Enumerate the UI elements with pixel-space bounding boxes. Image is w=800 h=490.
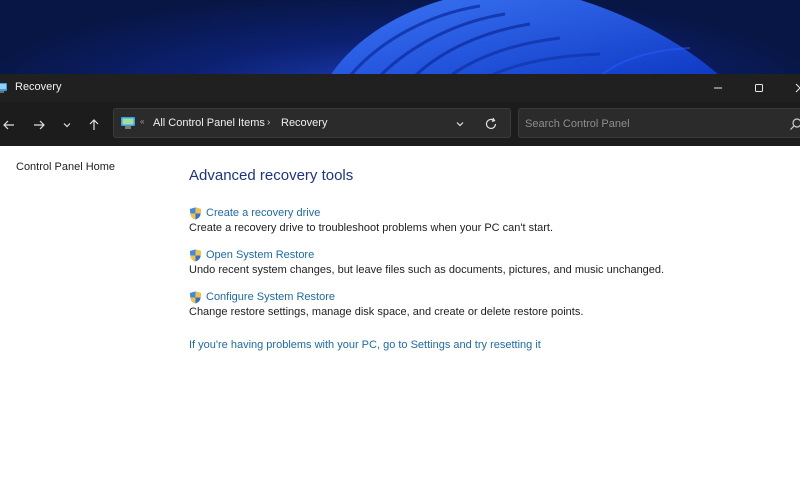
chevron-down-icon xyxy=(456,122,464,127)
task-create-recovery-drive: Create a recovery drive Create a recover… xyxy=(189,206,553,234)
back-button[interactable] xyxy=(0,114,20,136)
task-description: Create a recovery drive to troubleshoot … xyxy=(189,222,554,234)
minimize-button[interactable] xyxy=(703,78,733,98)
minimize-icon xyxy=(714,87,722,89)
refresh-icon xyxy=(485,117,497,130)
desktop-wallpaper xyxy=(0,0,800,76)
uac-shield-icon xyxy=(190,207,201,219)
close-icon xyxy=(795,83,800,93)
arrow-right-icon xyxy=(34,120,45,130)
arrow-up-icon xyxy=(89,119,99,130)
task-description: Change restore settings, manage disk spa… xyxy=(189,306,584,318)
breadcrumb-separator[interactable]: › xyxy=(267,117,270,128)
search-input[interactable] xyxy=(525,116,775,132)
uac-shield-icon xyxy=(190,291,201,303)
control-panel-home-link[interactable]: Control Panel Home xyxy=(16,161,115,173)
close-button[interactable] xyxy=(785,78,800,98)
maximize-button[interactable] xyxy=(744,78,774,98)
task-configure-system-restore: Configure System Restore Change restore … xyxy=(189,290,583,318)
uac-shield-icon xyxy=(190,249,201,261)
task-open-system-restore: Open System Restore Undo recent system c… xyxy=(189,248,664,276)
content-area: Control Panel Home Advanced recovery too… xyxy=(0,146,800,490)
reset-pc-settings-link[interactable]: If you're having problems with your PC, … xyxy=(189,339,541,351)
configure-system-restore-link[interactable]: Configure System Restore xyxy=(206,291,335,303)
arrow-left-icon xyxy=(3,120,14,130)
navigation-bar: « All Control Panel Items › Recovery xyxy=(0,102,800,146)
address-path-box[interactable]: « All Control Panel Items › Recovery xyxy=(113,108,511,138)
forward-button[interactable] xyxy=(28,114,50,136)
up-button[interactable] xyxy=(83,114,105,136)
breadcrumb-all-items[interactable]: All Control Panel Items xyxy=(153,117,265,129)
chevron-down-icon xyxy=(63,123,71,128)
address-dropdown-button[interactable] xyxy=(452,116,468,132)
search-box[interactable] xyxy=(518,108,800,138)
search-icon[interactable] xyxy=(789,117,800,131)
open-system-restore-link[interactable]: Open System Restore xyxy=(206,249,314,261)
create-recovery-drive-link[interactable]: Create a recovery drive xyxy=(206,207,320,219)
page-heading: Advanced recovery tools xyxy=(189,167,354,184)
path-overflow-indicator[interactable]: « xyxy=(140,117,144,126)
recovery-window: Recovery « All Control Panel Items › Rec… xyxy=(0,74,800,490)
wallpaper-bloom-graphic xyxy=(330,0,720,76)
control-panel-icon xyxy=(0,83,7,93)
task-description: Undo recent system changes, but leave fi… xyxy=(189,264,665,276)
refresh-button[interactable] xyxy=(482,115,500,133)
maximize-icon xyxy=(755,84,763,92)
control-panel-icon xyxy=(121,117,135,129)
title-bar: Recovery xyxy=(0,74,800,102)
window-title: Recovery xyxy=(15,81,62,93)
breadcrumb-recovery[interactable]: Recovery xyxy=(281,117,327,129)
recent-locations-button[interactable] xyxy=(56,114,78,136)
